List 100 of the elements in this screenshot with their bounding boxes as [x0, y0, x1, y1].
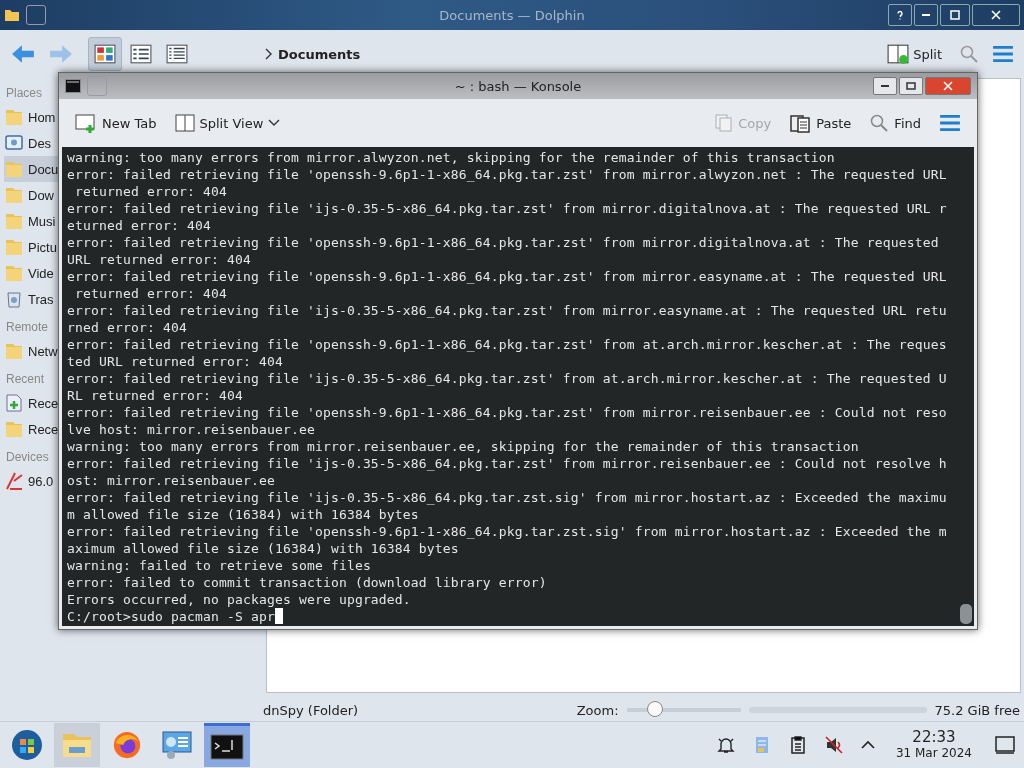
- compact-list-icon: [130, 44, 152, 64]
- menu-icon: [992, 45, 1014, 63]
- command-line[interactable]: C:/root>sudo pacman -S apr: [67, 608, 275, 625]
- sidebar-item[interactable]: Dow: [4, 182, 56, 208]
- find-button[interactable]: Find: [869, 113, 921, 133]
- sidebar-item[interactable]: Pictu: [4, 234, 59, 260]
- sidebar-item[interactable]: Netw: [4, 338, 60, 364]
- maximize-button[interactable]: [940, 4, 970, 26]
- terminal-line: error: failed retrieving file 'openssh-9.6p1-1-x86_64.pkg.tar.zst' from mirror.easyname.at : The requested URL: [67, 268, 947, 285]
- terminal-line: error: failed retrieving file 'ijs-0.35-5-x86_64.pkg.tar.zst' from mirror.digitalnova.at : The requested URL r: [67, 200, 947, 217]
- maximize-icon: [906, 81, 916, 91]
- close-icon: [991, 10, 1001, 20]
- window-title: ~ : bash — Konsole: [454, 78, 582, 94]
- sidebar-item[interactable]: Rece: [4, 390, 61, 416]
- maximize-icon: [950, 10, 960, 20]
- view-mode-button[interactable]: [88, 37, 122, 71]
- menu-icon: [939, 114, 961, 132]
- split-button[interactable]: Split: [887, 43, 942, 65]
- terminal-line: ost: mirror.reisenbauer.ee: [67, 472, 275, 489]
- terminal-line: warning: too many errors from mirror.alwyzon.net, skipping for the remainder of this transaction: [67, 149, 835, 166]
- browser-icon: [112, 730, 142, 760]
- icon-grid-icon: [94, 44, 116, 64]
- terminal-line: Errors occurred, no packages were upgraded.: [67, 591, 411, 608]
- sidebar-item[interactable]: 96.0: [4, 468, 56, 494]
- section-heading: Remote: [5, 319, 49, 336]
- terminal-line: error: failed retrieving file 'openssh-9.6p1-1-x86_64.pkg.tar.zst' from mirror.alwyzon.net : The requested URL: [67, 166, 947, 183]
- folder-icon: [4, 211, 24, 231]
- show-desktop-icon: [995, 736, 1015, 754]
- desktop-icon: [4, 133, 24, 153]
- split-view-button[interactable]: Split View: [174, 113, 281, 133]
- new-tab-button[interactable]: New Tab: [75, 113, 157, 133]
- scrollbar-thumb[interactable]: [960, 604, 972, 624]
- chevron-right-icon: [264, 48, 272, 60]
- terminal-line: error: failed retrieving file 'ijs-0.35-5-x86_64.pkg.tar.zst.sig' from mirror.hostart.az : Exceeded the maximu: [67, 489, 947, 506]
- minimize-icon: [880, 84, 890, 88]
- folder-icon: [4, 341, 24, 361]
- section-heading: Devices: [5, 449, 49, 466]
- section-heading: Places: [5, 85, 43, 102]
- muted-speaker-icon[interactable]: [823, 735, 844, 755]
- paste-button[interactable]: Paste: [789, 113, 852, 133]
- terminal-line: error: failed retrieving file 'ijs-0.35-5-x86_64.pkg.tar.zst' from at.arch.mirror.kescher.at : The requested U: [67, 370, 947, 387]
- terminal-line: RL returned error: 404: [67, 387, 243, 404]
- search-icon: [869, 113, 890, 133]
- folder-icon: [4, 419, 24, 439]
- terminal-line: returned error: 404: [74, 285, 227, 302]
- new-tab-icon: [75, 113, 97, 133]
- split-view-icon: [174, 113, 195, 133]
- maximize-button[interactable]: [899, 77, 923, 95]
- terminal-line: m allowed file size (16384) with 16384 bytes: [67, 506, 419, 523]
- details-list-icon: [166, 44, 188, 64]
- terminal-line: error: failed retrieving file 'ijs-0.35-5-x86_64.pkg.tar.zst' from mirror.reisenbauer.ee : Could not resolve h: [67, 455, 947, 472]
- terminal-line: warning: too many errors from mirror.reisenbauer.ee, skipping for the remainder of this transaction: [67, 438, 859, 455]
- taskbar-item[interactable]: [204, 723, 250, 767]
- breadcrumb-item[interactable]: Documents: [278, 46, 361, 62]
- forward-arrow-icon: [49, 43, 73, 65]
- status-text: dnSpy (Folder): [263, 702, 359, 718]
- clock-date[interactable]: 31 Mar 2024: [895, 746, 972, 761]
- terminal-line: error: failed retrieving file 'openssh-9.6p1-1-x86_64.pkg.tar.zst' from mirror.digitalnova.at : The requested: [67, 234, 939, 251]
- monitor-icon: [160, 730, 194, 760]
- window-title: Documents — Dolphin: [439, 7, 585, 23]
- terminal-line: rned error: 404: [67, 319, 187, 336]
- terminal-line: warning: failed to retrieve some files: [67, 557, 371, 574]
- sidebar-item[interactable]: Vide: [4, 260, 56, 286]
- terminal-line: error: failed retrieving file 'ijs-0.35-5-x86_64.pkg.tar.zst' from mirror.easyname.at : The requested URL retu: [67, 302, 947, 319]
- sidebar-item[interactable]: Hom: [4, 104, 58, 130]
- folder-icon: [4, 8, 20, 22]
- terminal-line: eturned error: 404: [67, 217, 211, 234]
- terminal-line: error: failed retrieving file 'openssh-9.6p1-1-x86_64.pkg.tar.zst' from at.arch.mirror.kescher.at : The reques: [67, 336, 947, 353]
- sidebar-item[interactable]: Rece: [4, 416, 61, 442]
- section-heading: Recent: [5, 371, 45, 388]
- folder-icon: [4, 185, 24, 205]
- terminal-line: error: failed retrieving file 'openssh-9.6p1-1-x86_64.pkg.tar.zst' from mirror.reisenbauer.ee : Could not reso: [67, 404, 947, 421]
- folder-icon: [4, 263, 24, 283]
- folder-icon: [4, 159, 24, 179]
- sidebar-item[interactable]: Des: [4, 130, 54, 156]
- copy-icon: [713, 113, 734, 133]
- close-button[interactable]: [972, 4, 1020, 26]
- sidebar-item[interactable]: Tras: [4, 286, 56, 312]
- menu-button[interactable]: [939, 114, 961, 132]
- folder-icon: [4, 237, 24, 257]
- slider-thumb[interactable]: [647, 701, 664, 717]
- clock-time[interactable]: 22:33: [912, 729, 956, 746]
- terminal-line: lve host: mirror.reisenbauer.ee: [67, 421, 315, 438]
- back-arrow-icon: [11, 43, 35, 65]
- minimize-button[interactable]: [873, 77, 897, 95]
- terminal-icon: [65, 79, 81, 93]
- free-space-text: 75.2 GiB free: [934, 702, 1020, 718]
- folder-icon: [4, 107, 24, 127]
- bell-icon[interactable]: [715, 735, 736, 755]
- help-button[interactable]: [888, 4, 912, 26]
- sidebar-item[interactable]: Docu: [4, 156, 61, 182]
- minimize-button[interactable]: [914, 4, 938, 26]
- close-icon: [943, 81, 953, 91]
- terminal-icon: [210, 733, 244, 760]
- caret-icon: [268, 119, 281, 127]
- sidebar-item[interactable]: Musi: [4, 208, 58, 234]
- terminal-line: error: failed to commit transaction (download library error): [67, 574, 547, 591]
- pin-button[interactable]: [26, 5, 46, 25]
- text-cursor: [274, 608, 283, 624]
- zoom-label: Zoom:: [576, 702, 619, 718]
